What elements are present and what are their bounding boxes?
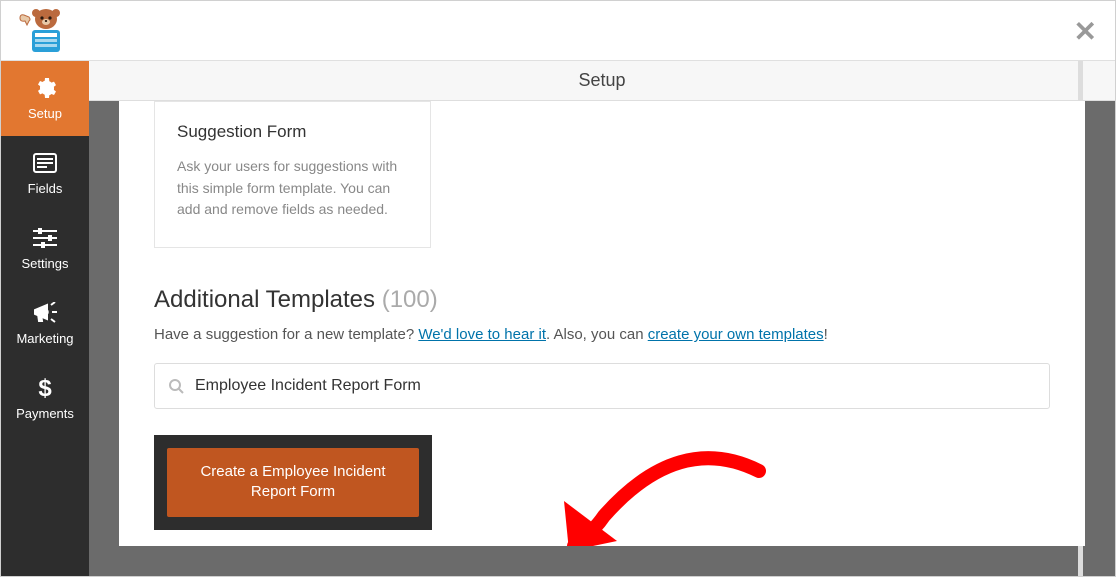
template-search-input[interactable] [154,363,1050,409]
bullhorn-icon [33,301,57,325]
sidebar-item-label: Payments [16,406,74,421]
search-icon [168,378,184,399]
dollar-icon: $ [33,376,57,400]
sidebar-item-label: Settings [22,256,69,271]
sidebar-item-label: Fields [28,181,63,196]
create-templates-link[interactable]: create your own templates [648,326,824,343]
sidebar-item-setup[interactable]: Setup [1,61,89,136]
template-card[interactable]: Suggestion Form Ask your users for sugge… [154,101,431,248]
list-icon [33,151,57,175]
svg-text:$: $ [38,376,52,400]
main-panel: Setup Suggestion Form Ask your users for… [89,61,1115,576]
search-wrap [154,363,1050,409]
sidebar-item-label: Marketing [16,331,73,346]
section-title-text: Additional Templates [154,286,375,313]
sliders-icon [33,226,57,250]
top-bar: ✕ [1,1,1115,61]
result-card: Create a Employee Incident Report Form [154,435,432,530]
gear-icon [33,76,57,100]
template-card-title: Suggestion Form [177,122,408,142]
sidebar-item-marketing[interactable]: Marketing [1,286,89,361]
page-title-strip: Setup [89,61,1115,101]
sidebar-item-payments[interactable]: $ Payments [1,361,89,436]
close-icon[interactable]: ✕ [1074,15,1097,48]
sidebar-item-settings[interactable]: Settings [1,211,89,286]
suggestion-text: Have a suggestion for a new template? We… [154,326,1050,343]
page-title: Setup [578,70,625,91]
sidebar: Setup Fields Settings Marketing $ Paymen… [1,61,89,576]
sidebar-item-fields[interactable]: Fields [1,136,89,211]
create-template-button[interactable]: Create a Employee Incident Report Form [167,448,419,517]
section-count: (100) [382,286,438,313]
sidebar-item-label: Setup [28,106,62,121]
section-title: Additional Templates (100) [154,286,1050,314]
hear-it-link[interactable]: We'd love to hear it [418,326,546,343]
logo [16,6,76,56]
content-area: Suggestion Form Ask your users for sugge… [119,101,1085,546]
template-card-desc: Ask your users for suggestions with this… [177,156,408,221]
